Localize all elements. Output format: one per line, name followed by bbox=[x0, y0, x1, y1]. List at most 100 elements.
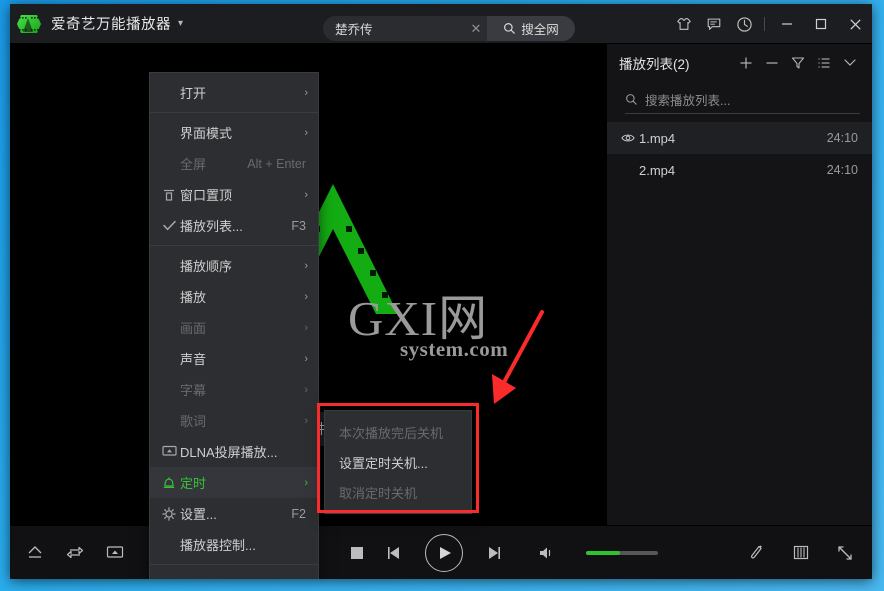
menu-item-label: 歌词 bbox=[180, 414, 207, 429]
playlist-search-placeholder: 搜索播放列表... bbox=[645, 94, 731, 108]
gear-icon bbox=[158, 506, 180, 521]
chevron-right-icon: › bbox=[304, 414, 308, 427]
chevron-right-icon: › bbox=[304, 383, 308, 396]
playlist-header: 播放列表(2) bbox=[607, 44, 872, 82]
eye-icon bbox=[621, 132, 639, 144]
menu-item-label: 打开 bbox=[180, 86, 207, 101]
chevron-right-icon: › bbox=[304, 188, 308, 201]
main-menu: 打开 › 界面模式 › 全屏 Alt + Enter 窗口置顶 › 播放列表... F3 播放顺序 ›… bbox=[149, 72, 319, 579]
minimize-button[interactable] bbox=[770, 4, 804, 44]
playlist-items: 1.mp4 24:10 2.mp4 24:10 bbox=[607, 122, 872, 186]
menu-item[interactable]: 声音 › bbox=[150, 343, 318, 374]
list-view-icon[interactable] bbox=[811, 49, 837, 77]
search-input-value: 楚乔传 bbox=[335, 23, 373, 37]
previous-button[interactable] bbox=[386, 545, 403, 561]
menu-item[interactable]: 定时 › bbox=[150, 467, 318, 498]
chevron-right-icon: › bbox=[304, 86, 308, 99]
bell-icon bbox=[158, 476, 180, 490]
next-button[interactable] bbox=[485, 545, 502, 561]
pin-top-icon bbox=[158, 188, 180, 202]
skin-icon[interactable] bbox=[669, 4, 699, 44]
player-window: 爱奇艺万能播放器 ▾ 楚乔传 ✕ 搜全网 GXI网 system.com 播放列… bbox=[10, 4, 872, 579]
menu-item[interactable]: DLNA投屏播放... bbox=[150, 436, 318, 467]
collapse-icon[interactable] bbox=[837, 49, 863, 77]
filter-icon[interactable] bbox=[785, 49, 811, 77]
menu-item-label: 播放顺序 bbox=[180, 259, 233, 274]
chevron-right-icon: › bbox=[304, 126, 308, 139]
watermark-sub: system.com bbox=[400, 337, 509, 361]
playlist-panel: 播放列表(2) 搜索播放列表... 1.mp4 24:10 2.mp4 24:1… bbox=[606, 44, 872, 525]
left-controls bbox=[10, 544, 124, 561]
search-icon bbox=[504, 23, 516, 34]
menu-item-label: DLNA投屏播放... bbox=[180, 445, 278, 460]
close-button[interactable] bbox=[838, 4, 872, 44]
menu-item[interactable]: 播放 › bbox=[150, 281, 318, 312]
menu-item-shortcut: Alt + Enter bbox=[247, 156, 306, 171]
cut-icon[interactable] bbox=[748, 544, 766, 562]
menu-item-label: 发送文件到... bbox=[180, 575, 308, 579]
volume-slider[interactable] bbox=[586, 550, 658, 555]
feedback-icon[interactable] bbox=[699, 4, 729, 44]
menu-item[interactable]: 播放顺序 › bbox=[150, 250, 318, 281]
menu-item-label: 播放器控制... bbox=[180, 538, 256, 553]
title-bar: 爱奇艺万能播放器 ▾ 楚乔传 ✕ 搜全网 bbox=[10, 4, 872, 44]
menu-item[interactable]: 设置... F2 bbox=[150, 498, 318, 529]
menu-item[interactable]: 打开 › bbox=[150, 77, 318, 108]
menu-item-label: 全屏 bbox=[180, 157, 207, 172]
watermark-main: GXI网 bbox=[348, 291, 489, 346]
timer-submenu: 本次播放完后关机设置定时关机... 取消定时关机 bbox=[324, 410, 472, 514]
maximize-button[interactable] bbox=[804, 4, 838, 44]
transport-controls bbox=[350, 533, 658, 572]
list-item-duration: 24:10 bbox=[826, 163, 858, 177]
chevron-down-icon[interactable]: ▾ bbox=[178, 18, 183, 29]
eject-icon[interactable] bbox=[26, 545, 44, 561]
list-item[interactable]: 1.mp4 24:10 bbox=[607, 122, 872, 154]
film-strip-icon[interactable] bbox=[792, 544, 810, 561]
add-icon[interactable] bbox=[733, 49, 759, 77]
menu-item: 字幕 › bbox=[150, 374, 318, 405]
list-item-duration: 24:10 bbox=[826, 131, 858, 145]
list-item-name: 1.mp4 bbox=[639, 130, 676, 146]
menu-item[interactable]: 播放器控制... bbox=[150, 529, 318, 560]
stop-button[interactable] bbox=[350, 546, 364, 560]
menu-item-label: 定时 bbox=[180, 476, 207, 491]
menu-item-shortcut: F2 bbox=[291, 506, 306, 521]
menu-item[interactable]: 播放列表... F3 bbox=[150, 210, 318, 241]
site-watermark: GXI网 system.com bbox=[348, 294, 508, 360]
fullscreen-icon[interactable] bbox=[836, 544, 854, 562]
repeat-icon[interactable] bbox=[66, 544, 84, 561]
search-input[interactable]: 楚乔传 bbox=[323, 16, 465, 41]
list-item[interactable]: 2.mp4 24:10 bbox=[607, 154, 872, 186]
right-controls bbox=[748, 544, 854, 562]
chevron-right-icon: › bbox=[304, 259, 308, 272]
menu-item[interactable]: 界面模式 › bbox=[150, 117, 318, 148]
play-button[interactable] bbox=[425, 533, 463, 572]
title-bar-actions bbox=[669, 4, 872, 44]
remove-icon[interactable] bbox=[759, 49, 785, 77]
menu-item-label: 播放 bbox=[180, 290, 207, 305]
menu-item-label: 画面 bbox=[180, 321, 207, 336]
player-controls-bar bbox=[10, 525, 872, 579]
app-title: 爱奇艺万能播放器 bbox=[51, 17, 171, 33]
menu-item-label: 播放列表... bbox=[180, 219, 243, 234]
menu-item[interactable]: 窗口置顶 › bbox=[150, 179, 318, 210]
menu-item-shortcut: F3 bbox=[291, 218, 306, 233]
search-all-button[interactable]: 搜全网 bbox=[487, 16, 575, 41]
search-bar[interactable]: 楚乔传 ✕ 搜全网 bbox=[323, 16, 575, 41]
volume-slider-fill bbox=[586, 550, 620, 555]
menu-item-label: 字幕 bbox=[180, 383, 207, 398]
submenu-item: 本次播放完后关机 bbox=[339, 425, 444, 441]
close-icon[interactable]: ✕ bbox=[465, 16, 487, 41]
volume-icon[interactable] bbox=[538, 545, 556, 561]
list-item-name: 2.mp4 bbox=[639, 162, 676, 178]
playlist-search-input[interactable]: 搜索播放列表... bbox=[625, 86, 860, 114]
submenu-item[interactable]: 设置定时关机... bbox=[325, 447, 471, 477]
divider bbox=[764, 17, 765, 31]
menu-item-label: 声音 bbox=[180, 352, 207, 367]
cast-icon[interactable] bbox=[106, 545, 124, 561]
iqiyi-logo bbox=[16, 12, 42, 36]
submenu-item: 取消定时关机 bbox=[339, 485, 418, 501]
menu-item: 歌词 › bbox=[150, 405, 318, 436]
menu-separator bbox=[150, 564, 318, 565]
history-icon[interactable] bbox=[729, 4, 759, 44]
